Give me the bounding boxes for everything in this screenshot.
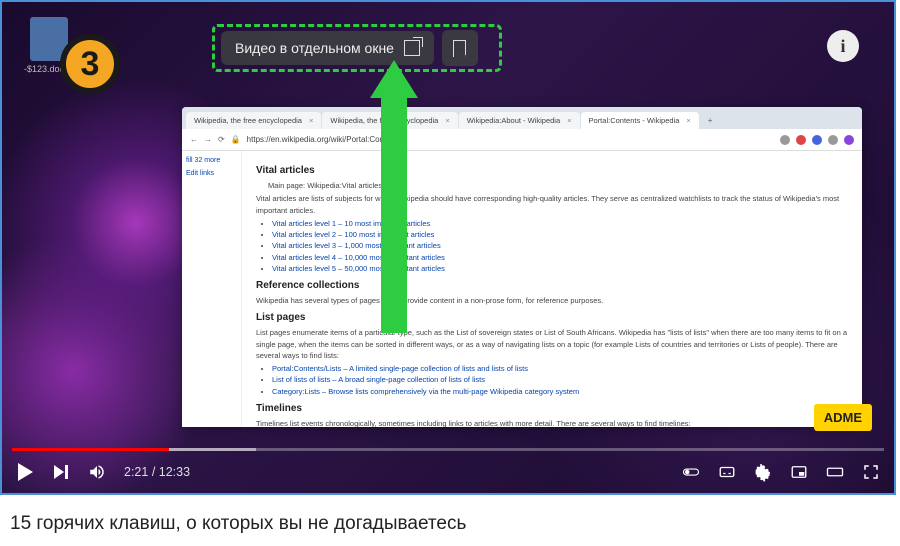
fullscreen-icon [862, 462, 880, 482]
bookmark-button[interactable] [442, 30, 478, 66]
volume-button[interactable] [88, 463, 106, 481]
gear-icon [754, 462, 772, 482]
browser-tab[interactable]: Wikipedia, the free encyclopedia× [186, 112, 321, 129]
time-display: 2:21 / 12:33 [124, 465, 190, 479]
wiki-content: Vital articles Main page: Wikipedia:Vita… [242, 151, 862, 427]
video-player-frame: -$123.docx 3 i Видео в отдельном окне Wi… [0, 0, 896, 495]
next-button[interactable] [52, 463, 70, 481]
autoplay-toggle[interactable] [682, 463, 700, 481]
play-icon [18, 463, 33, 481]
play-button[interactable] [16, 463, 34, 481]
pip-button-label: Видео в отдельном окне [235, 40, 394, 56]
tutorial-arrow [380, 60, 418, 333]
volume-icon [88, 463, 106, 481]
new-tab-button[interactable]: + [700, 112, 721, 129]
info-icon[interactable]: i [827, 30, 859, 62]
browser-window: Wikipedia, the free encyclopedia× Wikipe… [182, 107, 862, 427]
adme-watermark: ADME [814, 404, 872, 431]
video-title[interactable]: 15 горячих клавиш, о которых вы не догад… [0, 495, 900, 535]
url-text: https://en.wikipedia.org/wiki/Portal:Con… [247, 135, 774, 144]
miniplayer-button[interactable] [790, 463, 808, 481]
wiki-sidebar: fill 32 more Edit links [182, 151, 242, 427]
fullscreen-button[interactable] [862, 463, 880, 481]
browser-tabs: Wikipedia, the free encyclopedia× Wikipe… [182, 107, 862, 129]
captions-button[interactable] [718, 463, 736, 481]
pip-highlight-box: Видео в отдельном окне [212, 24, 502, 72]
bookmark-icon [453, 40, 466, 57]
address-bar[interactable]: ←→⟳ 🔒 https://en.wikipedia.org/wiki/Port… [182, 129, 862, 151]
browser-tab[interactable]: Wikipedia:About - Wikipedia× [459, 112, 580, 129]
browser-tab-active[interactable]: Portal:Contents - Wikipedia× [581, 112, 699, 129]
theater-button[interactable] [826, 463, 844, 481]
tip-number-badge: 3 [60, 34, 120, 94]
player-controls: 2:21 / 12:33 [2, 451, 894, 493]
settings-button[interactable] [754, 463, 772, 481]
external-window-icon [404, 40, 420, 56]
